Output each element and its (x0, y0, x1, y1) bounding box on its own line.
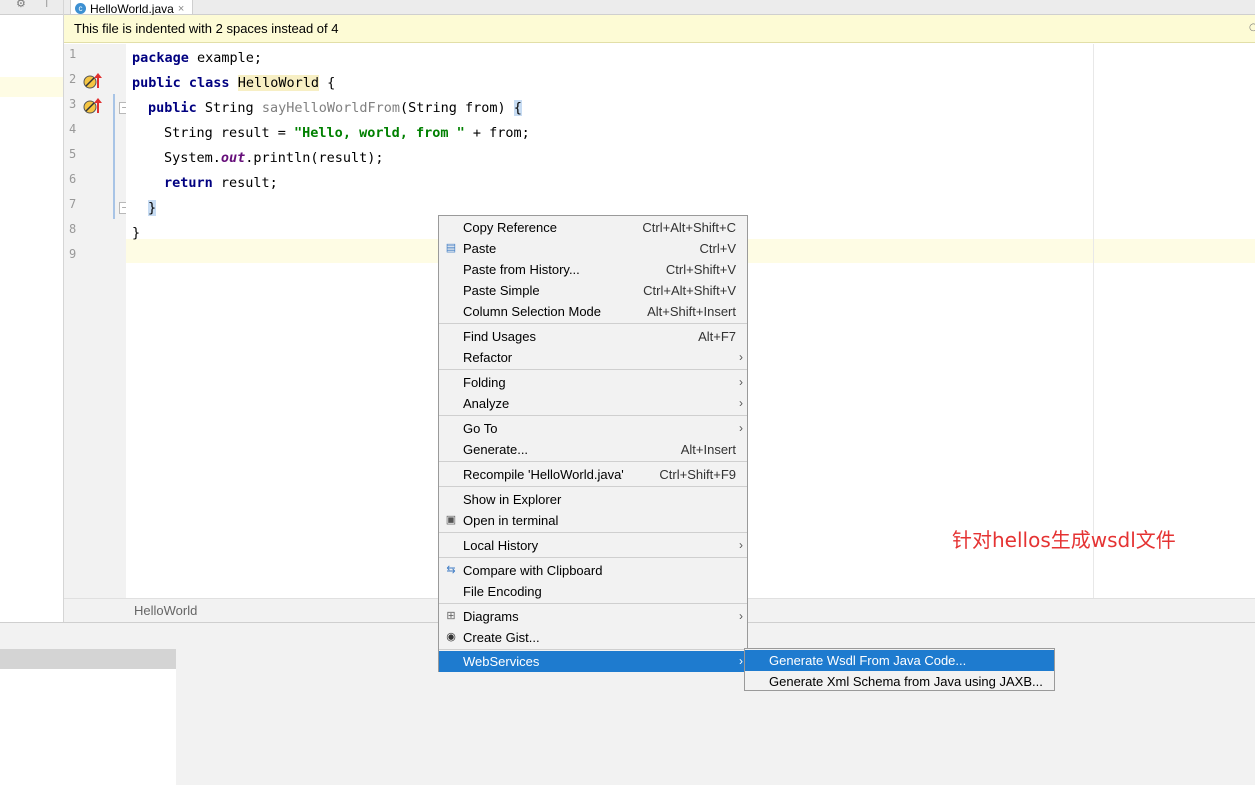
line-number: 8 (69, 222, 77, 236)
code-line-4: String result = "Hello, world, from " + … (164, 125, 530, 141)
chevron-right-icon: › (739, 350, 743, 364)
menu-item-local-history[interactable]: Local History › (439, 535, 747, 556)
indent-notification-bar: This file is indented with 2 spaces inst… (64, 15, 1255, 43)
line-number: 1 (69, 47, 77, 61)
menu-item-file-encoding[interactable]: File Encoding (439, 581, 747, 602)
menu-item-paste-simple[interactable]: Paste Simple Ctrl+Alt+Shift+V (439, 280, 747, 301)
code-line-5: System.out.println(result); (164, 150, 384, 166)
menu-separator (439, 461, 747, 462)
menu-separator (439, 603, 747, 604)
tab-helloworld-java[interactable]: c HelloWorld.java × (70, 0, 194, 16)
menu-item-go-to[interactable]: Go To › (439, 418, 747, 439)
line-number: 4 (69, 122, 77, 136)
chevron-right-icon: › (739, 538, 743, 552)
breadcrumb-item[interactable]: HelloWorld (134, 603, 197, 618)
settings-icon[interactable]: ○ (1249, 22, 1255, 33)
menu-item-generate-xml-schema[interactable]: Generate Xml Schema from Java using JAXB… (745, 671, 1054, 692)
panel-toolbar: ⚙ ⊤ (0, 0, 63, 15)
pin-icon[interactable]: ⊤ (42, 0, 52, 10)
right-margin-guide (1093, 44, 1094, 598)
bottom-panel-header (0, 649, 176, 669)
menu-item-refactor[interactable]: Refactor › (439, 347, 747, 368)
close-icon[interactable]: × (178, 4, 184, 15)
webservices-submenu: Generate Wsdl From Java Code... Generate… (744, 648, 1055, 691)
vcs-change-marker (113, 94, 115, 219)
menu-item-recompile[interactable]: Recompile 'HelloWorld.java' Ctrl+Shift+F9 (439, 464, 747, 485)
implements-gutter-icon[interactable] (83, 98, 103, 114)
menu-item-find-usages[interactable]: Find Usages Alt+F7 (439, 326, 747, 347)
editor-gutter: 1 2 3 4 5 6 7 8 9 − − (64, 44, 130, 598)
editor-tab-bar: c HelloWorld.java × (64, 0, 1255, 15)
menu-item-analyze[interactable]: Analyze › (439, 393, 747, 414)
line-number: 6 (69, 172, 77, 186)
menu-item-paste-from-history[interactable]: Paste from History... Ctrl+Shift+V (439, 259, 747, 280)
menu-separator (439, 557, 747, 558)
editor-context-menu: Copy Reference Ctrl+Alt+Shift+C ▤ Paste Ctr… (438, 215, 748, 672)
chevron-right-icon: › (739, 396, 743, 410)
c-class-icon: c (75, 3, 86, 14)
code-line-2: public class HelloWorld { (132, 75, 336, 91)
menu-item-webservices[interactable]: WebServices › (439, 651, 747, 672)
menu-item-folding[interactable]: Folding › (439, 372, 747, 393)
menu-item-compare-with-clipboard[interactable]: ⇆ Compare with Clipboard (439, 560, 747, 581)
line-number: 2 (69, 72, 77, 86)
menu-separator (439, 486, 747, 487)
annotation-text: 针对hellos生成wsdl文件 (952, 528, 1176, 552)
menu-separator (439, 532, 747, 533)
menu-item-open-in-terminal[interactable]: ▣ Open in terminal (439, 510, 747, 531)
compare-icon: ⇆ (446, 564, 456, 576)
tab-label: HelloWorld.java (90, 2, 174, 16)
menu-item-create-gist[interactable]: ◉ Create Gist... (439, 627, 747, 648)
code-line-7: } (148, 200, 157, 216)
implements-gutter-icon[interactable] (83, 73, 103, 89)
github-icon: ◉ (446, 631, 456, 643)
line-number: 5 (69, 147, 77, 161)
chevron-right-icon: › (739, 375, 743, 389)
menu-separator (439, 323, 747, 324)
chevron-right-icon: › (739, 609, 743, 623)
line-number: 9 (69, 247, 77, 261)
menu-item-generate-wsdl[interactable]: Generate Wsdl From Java Code... (745, 650, 1054, 671)
menu-item-copy-reference[interactable]: Copy Reference Ctrl+Alt+Shift+C (439, 217, 747, 238)
notification-text: This file is indented with 2 spaces inst… (74, 21, 339, 36)
menu-item-show-in-explorer[interactable]: Show in Explorer (439, 489, 747, 510)
terminal-icon: ▣ (445, 514, 457, 526)
clipboard-icon: ▤ (445, 242, 457, 254)
bottom-panel-left (0, 669, 176, 785)
menu-separator (439, 649, 747, 650)
code-line-6: return result; (164, 175, 278, 191)
project-panel-edge (0, 0, 64, 622)
chevron-right-icon: › (739, 654, 743, 668)
line-number: 7 (69, 197, 77, 211)
diagram-icon: ⊞ (446, 610, 456, 622)
code-line-3: public String sayHelloWorldFrom(String f… (148, 100, 522, 116)
menu-separator (439, 369, 747, 370)
line-number: 3 (69, 97, 77, 111)
menu-separator (439, 415, 747, 416)
menu-item-paste[interactable]: ▤ Paste Ctrl+V (439, 238, 747, 259)
menu-item-column-selection-mode[interactable]: Column Selection Mode Alt+Shift+Insert (439, 301, 747, 322)
chevron-right-icon: › (739, 421, 743, 435)
menu-item-generate[interactable]: Generate... Alt+Insert (439, 439, 747, 460)
code-line-1: package example; (132, 50, 263, 66)
gear-icon[interactable]: ⚙ (16, 0, 26, 10)
code-line-8: } (132, 225, 141, 241)
menu-item-diagrams[interactable]: ⊞ Diagrams › (439, 606, 747, 627)
